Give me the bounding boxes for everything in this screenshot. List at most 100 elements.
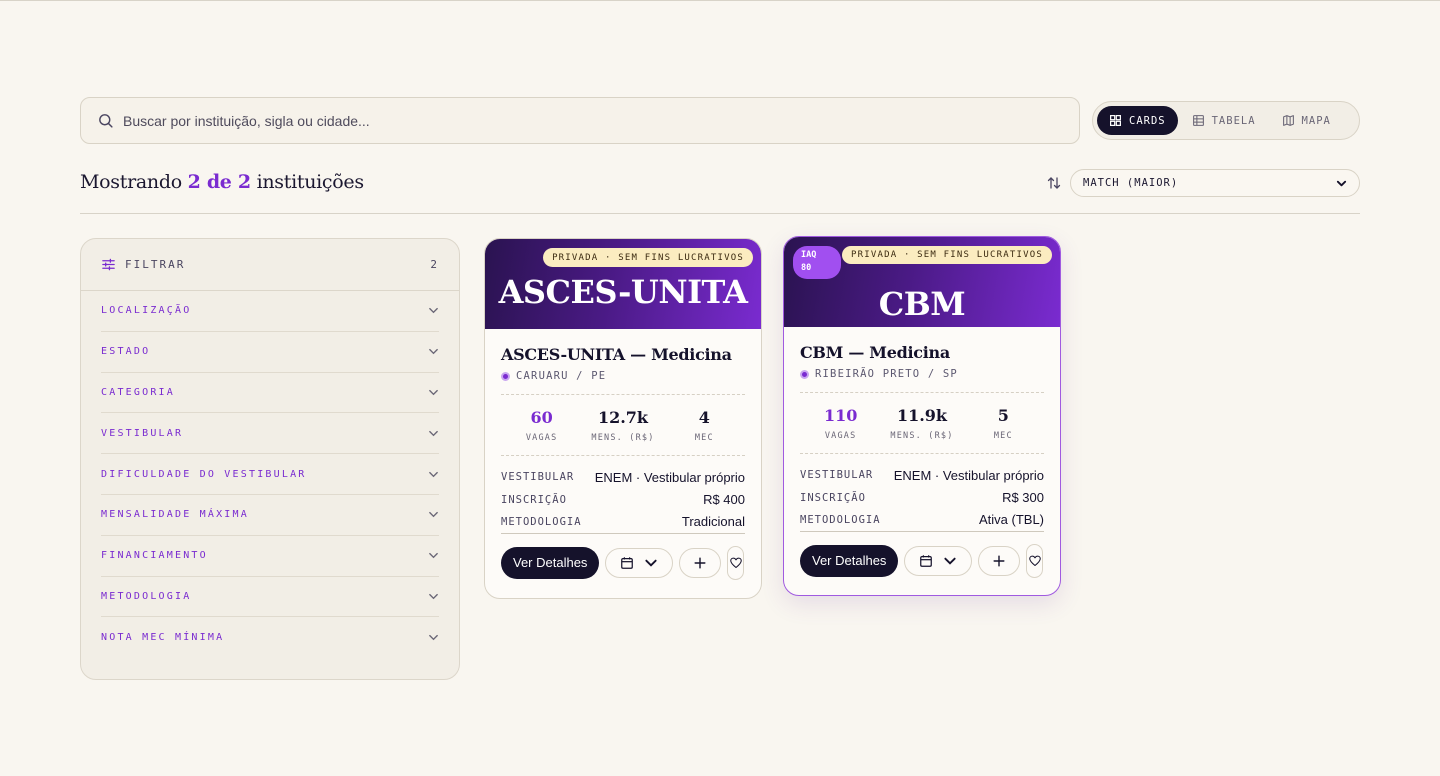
filter-item-categoria[interactable]: CATEGORIA xyxy=(101,373,439,414)
detail-key: INSCRIÇÃO xyxy=(800,491,866,504)
filter-item-nota-mec[interactable]: NOTA MEC MÍNIMA xyxy=(101,617,439,658)
filter-item-label: MENSALIDADE MÁXIMA xyxy=(101,509,249,521)
category-badge: PRIVADA · SEM FINS LUCRATIVOS xyxy=(543,248,753,267)
detail-value: Ativa (TBL) xyxy=(978,512,1044,528)
detail-key: INSCRIÇÃO xyxy=(501,493,567,506)
card-banner: PRIVADA · SEM FINS LUCRATIVOS ASCES-UNIT… xyxy=(485,239,761,329)
filter-item-label: NOTA MEC MÍNIMA xyxy=(101,632,225,644)
filter-title: FILTRAR xyxy=(125,258,186,271)
filter-item-localizacao[interactable]: LOCALIZAÇÃO xyxy=(101,291,439,332)
stat-value: 110 xyxy=(823,405,858,425)
search-icon xyxy=(99,114,113,128)
view-toggle: CARDS TABELA MAPA xyxy=(1092,101,1360,140)
card-details: VESTIBULAR ENEM · Vestibular próprio INSC… xyxy=(501,466,745,534)
detail-key: VESTIBULAR xyxy=(501,471,575,484)
search-bar[interactable] xyxy=(80,97,1080,144)
chevron-down-icon xyxy=(429,593,438,600)
card-actions: Ver Detalhes xyxy=(501,545,745,580)
filter-item-mensalidade[interactable]: MENSALIDADE MÁXIMA xyxy=(101,495,439,536)
chevron-down-icon xyxy=(429,349,438,355)
filter-item-financiamento[interactable]: FINANCIAMENTO xyxy=(101,536,439,577)
results-suffix: instituições xyxy=(256,171,365,193)
chevron-down-icon xyxy=(1336,180,1347,186)
stat-value: 60 xyxy=(530,407,553,427)
detail-value: R$ 400 xyxy=(703,492,745,508)
stat-label: MENS. (R$) xyxy=(890,430,954,441)
filter-item-label: ESTADO xyxy=(101,346,151,358)
detail-value: ENEM · Vestibular próprio xyxy=(594,469,745,485)
plus-icon xyxy=(694,556,706,569)
sort-select[interactable]: MATCH (MAIOR) xyxy=(1070,169,1360,197)
institution-card[interactable]: PRIVADA · SEM FINS LUCRATIVOS ASCES-UNIT… xyxy=(484,238,762,599)
details-button[interactable]: Ver Detalhes xyxy=(501,546,600,579)
card-stats: 60 VAGAS 12.7k MENS. (R$) 4 MEC xyxy=(501,394,745,456)
stat-label: VAGAS xyxy=(824,430,857,441)
filter-item-label: FINANCIAMENTO xyxy=(101,550,208,562)
stat-label: MEC xyxy=(694,432,714,443)
detail-value: Tradicional xyxy=(681,514,745,530)
filter-item-label: VESTIBULAR xyxy=(101,427,184,439)
chevron-down-icon xyxy=(429,308,438,314)
card-location: CARUARU / PE xyxy=(501,370,745,382)
stat-label: MENS. (R$) xyxy=(591,432,655,443)
chevron-down-icon xyxy=(429,389,438,396)
filter-item-dificuldade[interactable]: DIFICULDADE DO VESTIBULAR xyxy=(101,454,439,495)
results-count: 2 de 2 xyxy=(187,171,252,193)
detail-key: METODOLOGIA xyxy=(501,515,582,528)
stat-value: 11.9k xyxy=(896,405,948,425)
detail-value: R$ 300 xyxy=(1002,490,1044,506)
stat-value: 5 xyxy=(997,405,1009,425)
calendar-dropdown-button[interactable] xyxy=(605,547,674,578)
card-banner: IAQ 80 PRIVADA · SEM FINS LUCRATIVOS CBM xyxy=(784,237,1060,327)
plus-icon xyxy=(993,554,1005,567)
view-map-label: MAPA xyxy=(1301,114,1331,127)
calendar-icon xyxy=(920,554,933,567)
sort-icon[interactable] xyxy=(1046,175,1062,191)
view-cards-label: CARDS xyxy=(1129,114,1166,127)
filter-item-metodologia[interactable]: METODOLOGIA xyxy=(101,577,439,618)
search-input[interactable] xyxy=(123,112,1023,129)
detail-key: VESTIBULAR xyxy=(800,469,874,482)
filter-panel: FILTRAR 2 LOCALIZAÇÃO ESTADO CATEGORIA V… xyxy=(80,238,460,680)
card-location: RIBEIRÃO PRETO / SP xyxy=(800,368,1044,380)
category-badge: PRIVADA · SEM FINS LUCRATIVOS xyxy=(842,246,1052,264)
favorite-button[interactable] xyxy=(1026,543,1044,578)
results-prefix: Mostrando xyxy=(80,171,182,193)
stat-label: VAGAS xyxy=(525,432,558,443)
view-map-button[interactable]: MAPA xyxy=(1270,106,1343,135)
map-icon xyxy=(1282,115,1294,126)
add-compare-button[interactable] xyxy=(978,545,1021,576)
view-table-label: TABELA xyxy=(1211,114,1256,127)
divider xyxy=(80,213,1360,214)
filter-item-vestibular[interactable]: VESTIBULAR xyxy=(101,413,439,455)
sort-selected-label: MATCH (MAIOR) xyxy=(1083,177,1179,189)
chevron-down-icon xyxy=(944,557,957,565)
favorite-button[interactable] xyxy=(727,545,745,580)
add-compare-button[interactable] xyxy=(679,547,722,578)
chevron-down-icon xyxy=(429,471,438,477)
institution-card[interactable]: IAQ 80 PRIVADA · SEM FINS LUCRATIVOS CBM… xyxy=(783,236,1061,596)
location-dot-icon xyxy=(800,369,809,379)
view-table-button[interactable]: TABELA xyxy=(1180,106,1268,135)
card-title: CBM — Medicina xyxy=(800,343,950,362)
banner-name: CBM xyxy=(878,285,966,323)
iaq-value: 80 xyxy=(801,263,812,273)
sliders-icon xyxy=(102,258,115,271)
location-label: CARUARU / PE xyxy=(516,370,607,382)
iaq-badge: IAQ 80 xyxy=(793,246,841,279)
chevron-down-icon xyxy=(429,430,438,437)
heart-icon xyxy=(1029,555,1041,566)
chevron-down-icon xyxy=(645,559,658,567)
card-stats: 110 VAGAS 11.9k MENS. (R$) 5 MEC xyxy=(800,392,1044,454)
grid-icon xyxy=(1110,115,1121,126)
details-button[interactable]: Ver Detalhes xyxy=(800,544,899,577)
calendar-dropdown-button[interactable] xyxy=(904,545,973,576)
chevron-down-icon xyxy=(429,512,438,518)
location-dot-icon xyxy=(501,371,510,381)
view-cards-button[interactable]: CARDS xyxy=(1097,106,1178,135)
chevron-down-icon xyxy=(429,553,438,559)
card-actions: Ver Detalhes xyxy=(800,543,1044,578)
filter-header[interactable]: FILTRAR 2 xyxy=(81,239,459,291)
filter-item-label: DIFICULDADE DO VESTIBULAR xyxy=(101,468,307,480)
filter-item-estado[interactable]: ESTADO xyxy=(101,332,439,373)
